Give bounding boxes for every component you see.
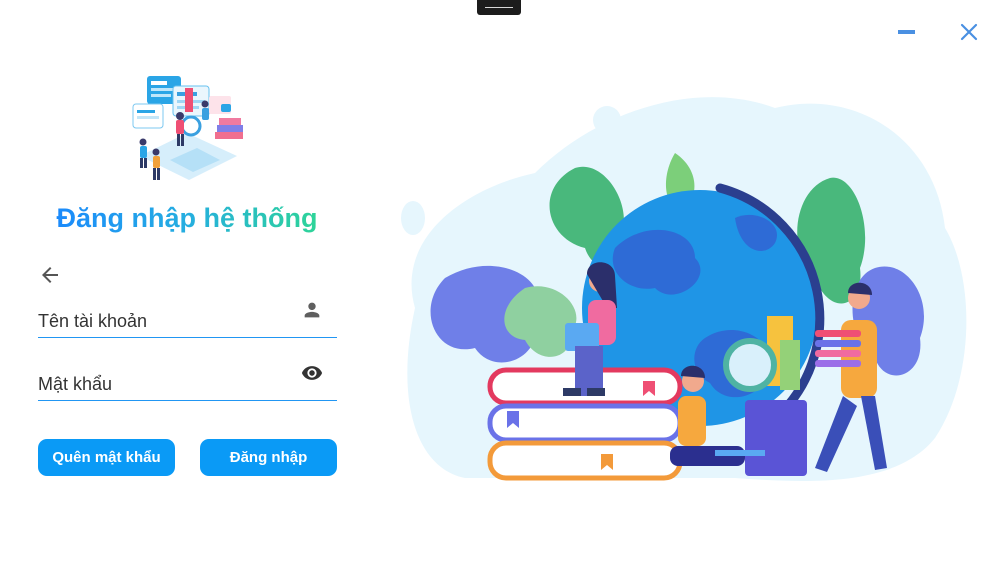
forgot-password-button[interactable]: Quên mật khẩu	[38, 439, 175, 476]
minimize-button[interactable]	[892, 18, 920, 46]
login-window: Đăng nhập hệ thống Quên mật khẩu Đăng nh…	[0, 0, 1000, 563]
close-icon	[960, 23, 978, 41]
close-button[interactable]	[955, 18, 983, 46]
username-field	[38, 297, 337, 338]
password-field	[38, 360, 337, 401]
logo-illustration	[132, 76, 243, 180]
login-button[interactable]: Đăng nhập	[200, 439, 337, 476]
username-input[interactable]	[38, 311, 293, 332]
arrow-left-icon	[42, 267, 58, 283]
education-illustration	[401, 97, 967, 482]
eye-icon[interactable]	[301, 362, 323, 384]
password-input[interactable]	[38, 374, 293, 395]
user-icon	[304, 302, 320, 318]
window-drag-handle[interactable]	[477, 0, 521, 15]
page-title: Đăng nhập hệ thống	[40, 203, 334, 234]
back-button[interactable]	[38, 263, 62, 287]
